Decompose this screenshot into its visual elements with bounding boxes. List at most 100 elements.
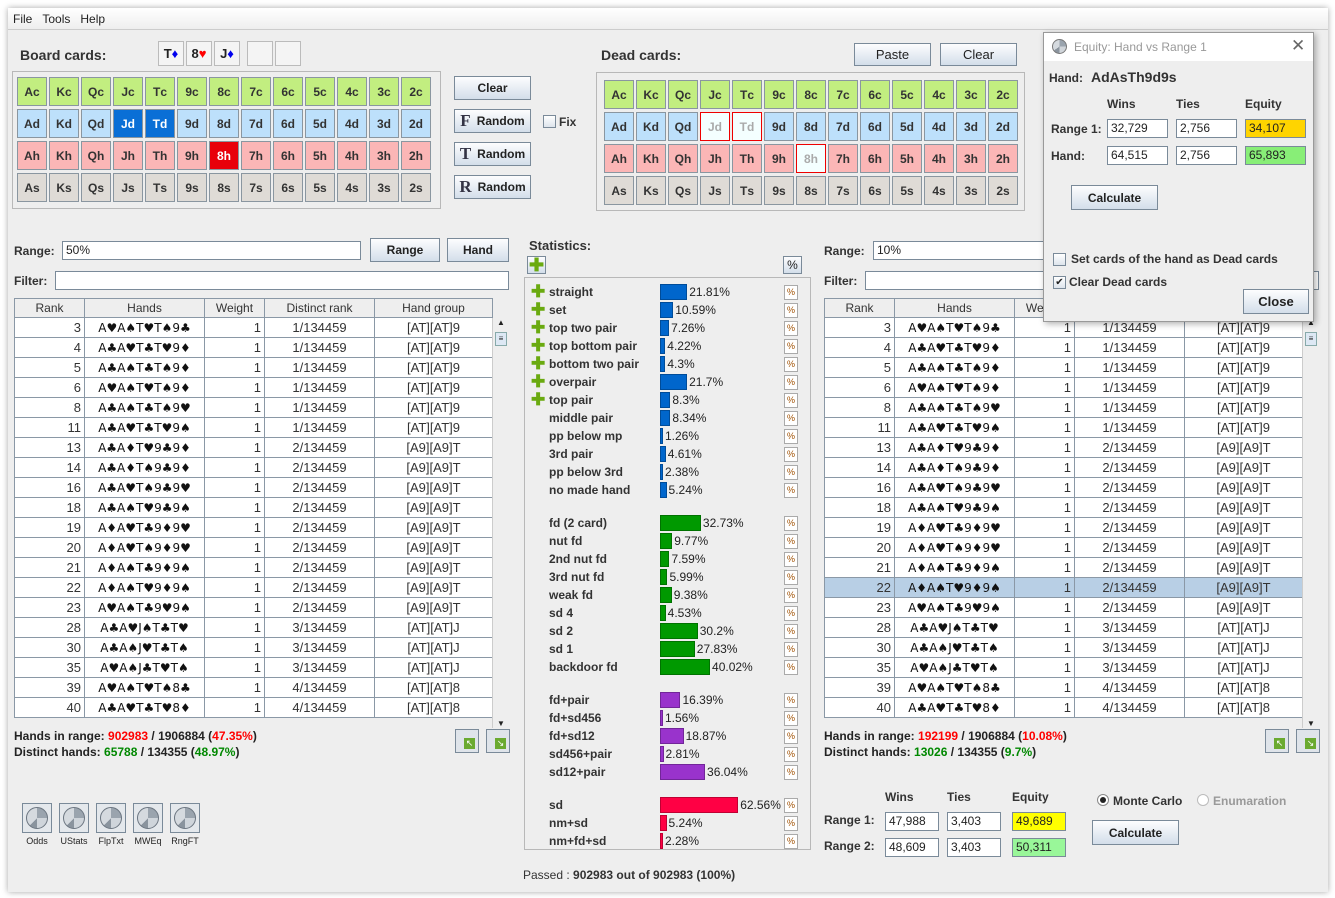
card-Qs[interactable]: Qs: [81, 173, 111, 202]
stat-percent-button[interactable]: %: [784, 624, 798, 639]
card-2h[interactable]: 2h: [401, 141, 431, 170]
board-slot[interactable]: [247, 41, 273, 66]
card-5h[interactable]: 5h: [892, 144, 922, 173]
table-row[interactable]: 4 A♣A♥T♣T♥9♦ 1 1/134459 [AT][AT]9: [14, 337, 493, 358]
table-row[interactable]: 13 A♣A♦T♥9♣9♦ 1 2/134459 [A9][A9]T: [824, 437, 1303, 458]
export-icon[interactable]: ↘: [486, 729, 510, 753]
card-6h[interactable]: 6h: [273, 141, 303, 170]
card-9c[interactable]: 9c: [764, 80, 794, 109]
card-Qs[interactable]: Qs: [668, 176, 698, 205]
table-row[interactable]: 8 A♣A♠T♣T♠9♥ 1 1/134459 [AT][AT]9: [824, 397, 1303, 418]
clear-dead-checkbox[interactable]: ✔: [1053, 276, 1066, 289]
table-row[interactable]: 23 A♥A♠T♣9♥9♠ 1 2/134459 [A9][A9]T: [14, 597, 493, 618]
card-2s[interactable]: 2s: [401, 173, 431, 202]
card-Ks[interactable]: Ks: [636, 176, 666, 205]
stat-percent-button[interactable]: %: [784, 429, 798, 444]
card-8c[interactable]: 8c: [209, 77, 239, 106]
card-5s[interactable]: 5s: [305, 173, 335, 202]
card-Kd[interactable]: Kd: [636, 112, 666, 141]
card-Ac[interactable]: Ac: [604, 80, 634, 109]
plus-icon[interactable]: ✚: [531, 355, 545, 372]
card-Ks[interactable]: Ks: [49, 173, 79, 202]
card-8c[interactable]: 8c: [796, 80, 826, 109]
card-Kc[interactable]: Kc: [49, 77, 79, 106]
menu-file[interactable]: File: [8, 8, 37, 26]
table-row[interactable]: 4 A♣A♥T♣T♥9♦ 1 1/134459 [AT][AT]9: [824, 337, 1303, 358]
enumeration-radio[interactable]: [1197, 794, 1209, 806]
card-8d[interactable]: 8d: [209, 109, 239, 138]
stat-percent-button[interactable]: %: [784, 798, 798, 813]
stat-percent-button[interactable]: %: [784, 606, 798, 621]
flop-random-button[interactable]: F Random: [454, 109, 531, 133]
table-row[interactable]: 21 A♦A♠T♣9♦9♠ 1 2/134459 [A9][A9]T: [14, 557, 493, 578]
card-Tc[interactable]: Tc: [732, 80, 762, 109]
card-7c[interactable]: 7c: [828, 80, 858, 109]
stat-percent-button[interactable]: %: [784, 411, 798, 426]
tool-odds-button[interactable]: [22, 803, 52, 833]
card-6d[interactable]: 6d: [860, 112, 890, 141]
plus-icon[interactable]: ✚: [531, 337, 545, 354]
column-header-weight[interactable]: Weight: [204, 298, 265, 318]
table-row[interactable]: 5 A♣A♠T♣T♠9♦ 1 1/134459 [AT][AT]9: [824, 357, 1303, 378]
card-Qd[interactable]: Qd: [81, 109, 111, 138]
card-Td[interactable]: Td: [732, 112, 762, 141]
left-scroll-down[interactable]: ▼: [493, 719, 509, 728]
set-dead-checkbox[interactable]: [1053, 253, 1066, 266]
card-7h[interactable]: 7h: [828, 144, 858, 173]
card-7d[interactable]: 7d: [241, 109, 271, 138]
table-row[interactable]: 18 A♣A♠T♥9♣9♠ 1 2/134459 [A9][A9]T: [14, 497, 493, 518]
card-4s[interactable]: 4s: [924, 176, 954, 205]
card-7h[interactable]: 7h: [241, 141, 271, 170]
card-3h[interactable]: 3h: [956, 144, 986, 173]
table-row[interactable]: 14 A♣A♦T♠9♣9♦ 1 2/134459 [A9][A9]T: [824, 457, 1303, 478]
card-3d[interactable]: 3d: [956, 112, 986, 141]
stat-percent-button[interactable]: %: [784, 465, 798, 480]
table-row[interactable]: 11 A♣A♥T♣T♥9♠ 1 1/134459 [AT][AT]9: [14, 417, 493, 438]
left-scroll-up[interactable]: ▲: [493, 318, 509, 332]
card-Td[interactable]: Td: [145, 109, 175, 138]
stat-percent-button[interactable]: %: [784, 321, 798, 336]
card-2d[interactable]: 2d: [988, 112, 1018, 141]
card-9d[interactable]: 9d: [764, 112, 794, 141]
tool-flptxt-button[interactable]: [96, 803, 126, 833]
card-4d[interactable]: 4d: [924, 112, 954, 141]
table-row[interactable]: 16 A♣A♥T♠9♣9♥ 1 2/134459 [A9][A9]T: [824, 477, 1303, 498]
card-Qc[interactable]: Qc: [668, 80, 698, 109]
card-Js[interactable]: Js: [113, 173, 143, 202]
plus-icon[interactable]: ✚: [531, 283, 545, 300]
table-row[interactable]: 8 A♣A♠T♣T♠9♥ 1 1/134459 [AT][AT]9: [14, 397, 493, 418]
card-Qd[interactable]: Qd: [668, 112, 698, 141]
card-2h[interactable]: 2h: [988, 144, 1018, 173]
stat-percent-button[interactable]: %: [784, 729, 798, 744]
table-row[interactable]: 21 A♦A♠T♣9♦9♠ 1 2/134459 [A9][A9]T: [824, 557, 1303, 578]
card-5d[interactable]: 5d: [892, 112, 922, 141]
card-3s[interactable]: 3s: [956, 176, 986, 205]
card-3d[interactable]: 3d: [369, 109, 399, 138]
card-Jd[interactable]: Jd: [700, 112, 730, 141]
column-header-rank[interactable]: Rank: [824, 298, 895, 318]
menu-tools[interactable]: Tools: [37, 8, 75, 26]
card-2c[interactable]: 2c: [988, 80, 1018, 109]
stat-percent-button[interactable]: %: [784, 303, 798, 318]
card-Ad[interactable]: Ad: [604, 112, 634, 141]
plus-icon[interactable]: ✚: [531, 373, 545, 390]
card-Jh[interactable]: Jh: [113, 141, 143, 170]
river-random-button[interactable]: R Random: [454, 175, 531, 199]
card-3c[interactable]: 3c: [369, 77, 399, 106]
tool-rngft-button[interactable]: [170, 803, 200, 833]
card-5c[interactable]: 5c: [892, 80, 922, 109]
card-As[interactable]: As: [604, 176, 634, 205]
tool-ustats-button[interactable]: [59, 803, 89, 833]
table-row[interactable]: 14 A♣A♦T♠9♣9♦ 1 2/134459 [A9][A9]T: [14, 457, 493, 478]
card-Jc[interactable]: Jc: [113, 77, 143, 106]
stat-percent-button[interactable]: %: [784, 711, 798, 726]
table-row[interactable]: 11 A♣A♥T♣T♥9♠ 1 1/134459 [AT][AT]9: [824, 417, 1303, 438]
card-Jc[interactable]: Jc: [700, 80, 730, 109]
card-5h[interactable]: 5h: [305, 141, 335, 170]
table-row[interactable]: 40 A♣A♥T♣T♥8♦ 1 4/134459 [AT][AT]8: [824, 697, 1303, 718]
stat-percent-button[interactable]: %: [784, 834, 798, 849]
card-5s[interactable]: 5s: [892, 176, 922, 205]
card-Ts[interactable]: Ts: [732, 176, 762, 205]
menu-help[interactable]: Help: [75, 8, 110, 26]
turn-random-button[interactable]: T Random: [454, 142, 531, 166]
